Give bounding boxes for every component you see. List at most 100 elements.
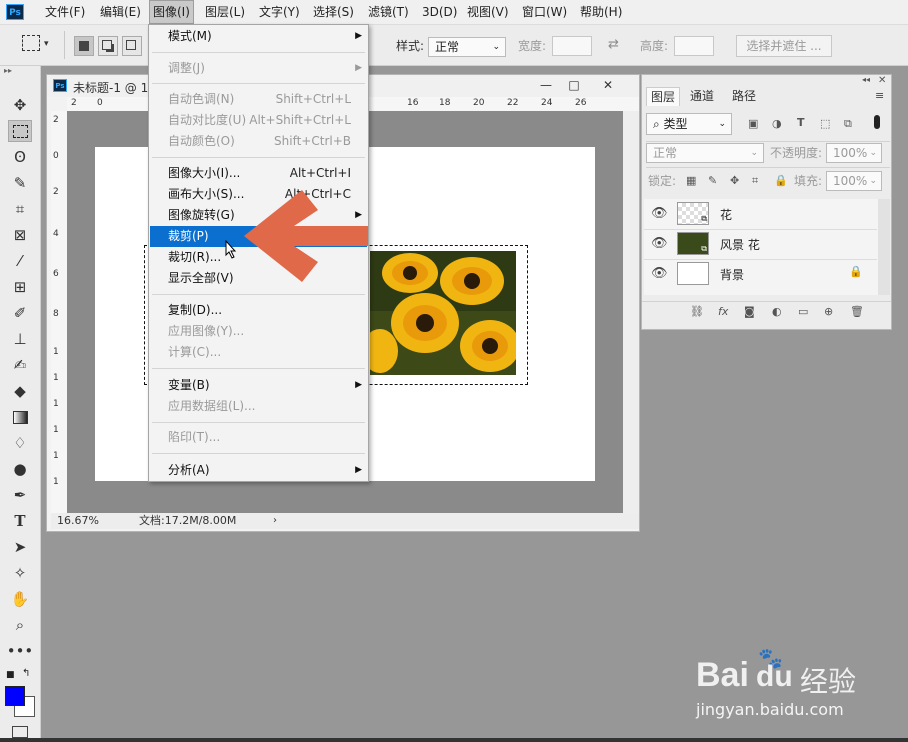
type-tool-icon[interactable]: T — [8, 510, 32, 532]
new-selection-button[interactable] — [74, 36, 94, 56]
crop-tool-icon[interactable]: ⌗ — [8, 198, 32, 220]
adjustment-layer-icon[interactable]: ◐ — [772, 305, 782, 318]
menu-item-auto-contrast[interactable]: 自动对比度(U) Alt+Shift+Ctrl+L — [150, 110, 367, 131]
menu-edit[interactable]: 编辑(E) — [100, 0, 141, 24]
close-icon[interactable]: ✕ — [595, 75, 621, 95]
style-select[interactable]: 正常 ⌄ — [428, 37, 506, 57]
custom-shape-tool-icon[interactable]: ✧ — [8, 562, 32, 584]
lock-all-icon[interactable]: 🔒 — [774, 174, 788, 187]
link-layers-icon[interactable]: ⛓ — [690, 305, 704, 318]
chevron-down-icon[interactable]: ▾ — [44, 39, 49, 49]
menu-item-adjustments[interactable]: 调整(J) ▶ — [150, 58, 367, 79]
minimize-icon[interactable]: — — [533, 75, 559, 95]
menu-item-auto-color[interactable]: 自动颜色(O) Shift+Ctrl+B — [150, 131, 367, 152]
lock-image-icon[interactable]: ✎ — [708, 174, 717, 187]
marquee-preset-icon[interactable] — [22, 35, 40, 51]
fill-field[interactable]: 100% ⌄ — [826, 171, 882, 191]
blend-mode-select[interactable]: 正常 ⌄ — [646, 143, 764, 163]
menu-item-auto-tone[interactable]: 自动色调(N) Shift+Ctrl+L — [150, 89, 367, 110]
lasso-tool-icon[interactable]: ʘ — [8, 146, 32, 168]
adjustment-filter-icon[interactable]: ◑ — [772, 117, 782, 130]
smart-object-filter-icon[interactable]: ⧉ — [844, 117, 852, 131]
brush-tool-icon[interactable]: ✐ — [8, 302, 32, 324]
menu-file[interactable]: 文件(F) — [45, 0, 85, 24]
new-layer-icon[interactable]: ⊕ — [824, 305, 833, 318]
filter-toggle[interactable] — [874, 115, 880, 129]
menu-item-trap[interactable]: 陷印(T)... — [150, 427, 367, 448]
tab-channels[interactable]: 通道 — [686, 87, 718, 105]
width-field[interactable] — [552, 36, 592, 56]
tab-paths[interactable]: 路径 — [728, 87, 760, 105]
menu-item-duplicate[interactable]: 复制(D)... — [150, 300, 367, 321]
visibility-eye-icon[interactable]: 👁 — [651, 236, 668, 251]
menu-3d[interactable]: 3D(D) — [422, 0, 457, 24]
menu-item-image-size[interactable]: 图像大小(I)... Alt+Ctrl+I — [150, 163, 367, 184]
default-colors-icon[interactable]: ■ — [6, 670, 15, 680]
close-panel-icon[interactable]: ✕ — [878, 75, 886, 86]
blur-tool-icon[interactable]: ♢ — [8, 432, 32, 454]
opacity-field[interactable]: 100% ⌄ — [826, 143, 882, 163]
collapse-icon[interactable]: ▸▸ — [4, 66, 12, 75]
frame-tool-icon[interactable]: ⊠ — [8, 224, 32, 246]
menu-item-analysis[interactable]: 分析(A) ▶ — [150, 460, 367, 481]
layer-filter-select[interactable]: ⌕ 类型 ⌄ — [646, 113, 732, 135]
quick-selection-tool-icon[interactable]: ✎ — [8, 172, 32, 194]
gradient-tool-icon[interactable] — [8, 406, 32, 428]
lock-transparent-icon[interactable]: ▦ — [686, 174, 696, 187]
layers-scrollbar[interactable] — [878, 199, 890, 295]
visibility-eye-icon[interactable]: 👁 — [651, 266, 668, 281]
visibility-eye-icon[interactable]: 👁 — [651, 206, 668, 221]
menu-item-calculations[interactable]: 计算(C)... — [150, 342, 367, 363]
select-and-mask-button[interactable]: 选择并遮住 ... — [736, 35, 832, 57]
swap-icon[interactable]: ⇄ — [608, 37, 619, 52]
image-filter-icon[interactable]: ▣ — [748, 117, 758, 130]
menu-item-apply-image[interactable]: 应用图像(Y)... — [150, 321, 367, 342]
collapse-panel-icon[interactable]: ◂◂ — [862, 75, 870, 84]
healing-brush-tool-icon[interactable]: ⊞ — [8, 276, 32, 298]
dodge-tool-icon[interactable]: ● — [8, 458, 32, 480]
menu-image[interactable]: 图像(I) — [149, 0, 194, 24]
height-field[interactable] — [674, 36, 714, 56]
menu-type[interactable]: 文字(Y) — [259, 0, 300, 24]
layer-style-icon[interactable]: fx — [718, 305, 728, 318]
history-brush-tool-icon[interactable]: ✍ — [8, 354, 32, 376]
swap-colors-icon[interactable]: ↰ — [22, 668, 30, 679]
document-title[interactable]: 未标题-1 @ 1 — [73, 79, 148, 96]
add-selection-button[interactable] — [98, 36, 118, 56]
pen-tool-icon[interactable]: ✒ — [8, 484, 32, 506]
menu-item-variables[interactable]: 变量(B) ▶ — [150, 375, 367, 396]
eyedropper-tool-icon[interactable]: ⁄ — [8, 250, 32, 272]
path-selection-tool-icon[interactable]: ➤ — [8, 536, 32, 558]
menu-select[interactable]: 选择(S) — [313, 0, 354, 24]
new-group-icon[interactable]: ▭ — [798, 305, 808, 318]
shape-filter-icon[interactable]: ⬚ — [820, 117, 830, 130]
menu-item-apply-data-set[interactable]: 应用数据组(L)... — [150, 396, 367, 417]
layer-row[interactable]: 👁 背景 🔒 — [644, 259, 877, 289]
layer-row[interactable]: 👁 ⧉ 风景 花 — [644, 229, 877, 260]
tab-layers[interactable]: 图层 — [646, 87, 681, 106]
layer-row[interactable]: 👁 ⧉ 花 — [644, 199, 877, 230]
type-filter-icon[interactable]: T — [797, 116, 805, 129]
marquee-tool-icon[interactable] — [8, 120, 32, 142]
foreground-color-swatch[interactable] — [5, 686, 25, 706]
move-tool-icon[interactable]: ✥ — [8, 94, 32, 116]
menu-layer[interactable]: 图层(L) — [205, 0, 245, 24]
quick-mask-icon[interactable] — [12, 726, 28, 738]
zoom-level[interactable]: 16.67% — [57, 513, 99, 529]
menu-view[interactable]: 视图(V) — [467, 0, 509, 24]
menu-filter[interactable]: 滤镜(T) — [368, 0, 409, 24]
menu-item-mode[interactable]: 模式(M) ▶ — [150, 26, 367, 47]
lock-position-icon[interactable]: ✥ — [730, 174, 739, 187]
hand-tool-icon[interactable]: ✋ — [8, 588, 32, 610]
chevron-right-icon[interactable]: › — [273, 513, 277, 529]
menu-window[interactable]: 窗口(W) — [522, 0, 567, 24]
subtract-selection-button[interactable] — [122, 36, 142, 56]
delete-layer-icon[interactable]: 🗑 — [850, 305, 864, 318]
maximize-icon[interactable]: □ — [561, 75, 587, 95]
menu-help[interactable]: 帮助(H) — [580, 0, 622, 24]
eraser-tool-icon[interactable]: ◆ — [8, 380, 32, 402]
panel-menu-icon[interactable]: ≡ — [875, 89, 884, 102]
lock-artboard-icon[interactable]: ⌗ — [752, 174, 758, 188]
clone-stamp-tool-icon[interactable]: ⊥ — [8, 328, 32, 350]
add-mask-icon[interactable]: ◙ — [744, 305, 755, 318]
